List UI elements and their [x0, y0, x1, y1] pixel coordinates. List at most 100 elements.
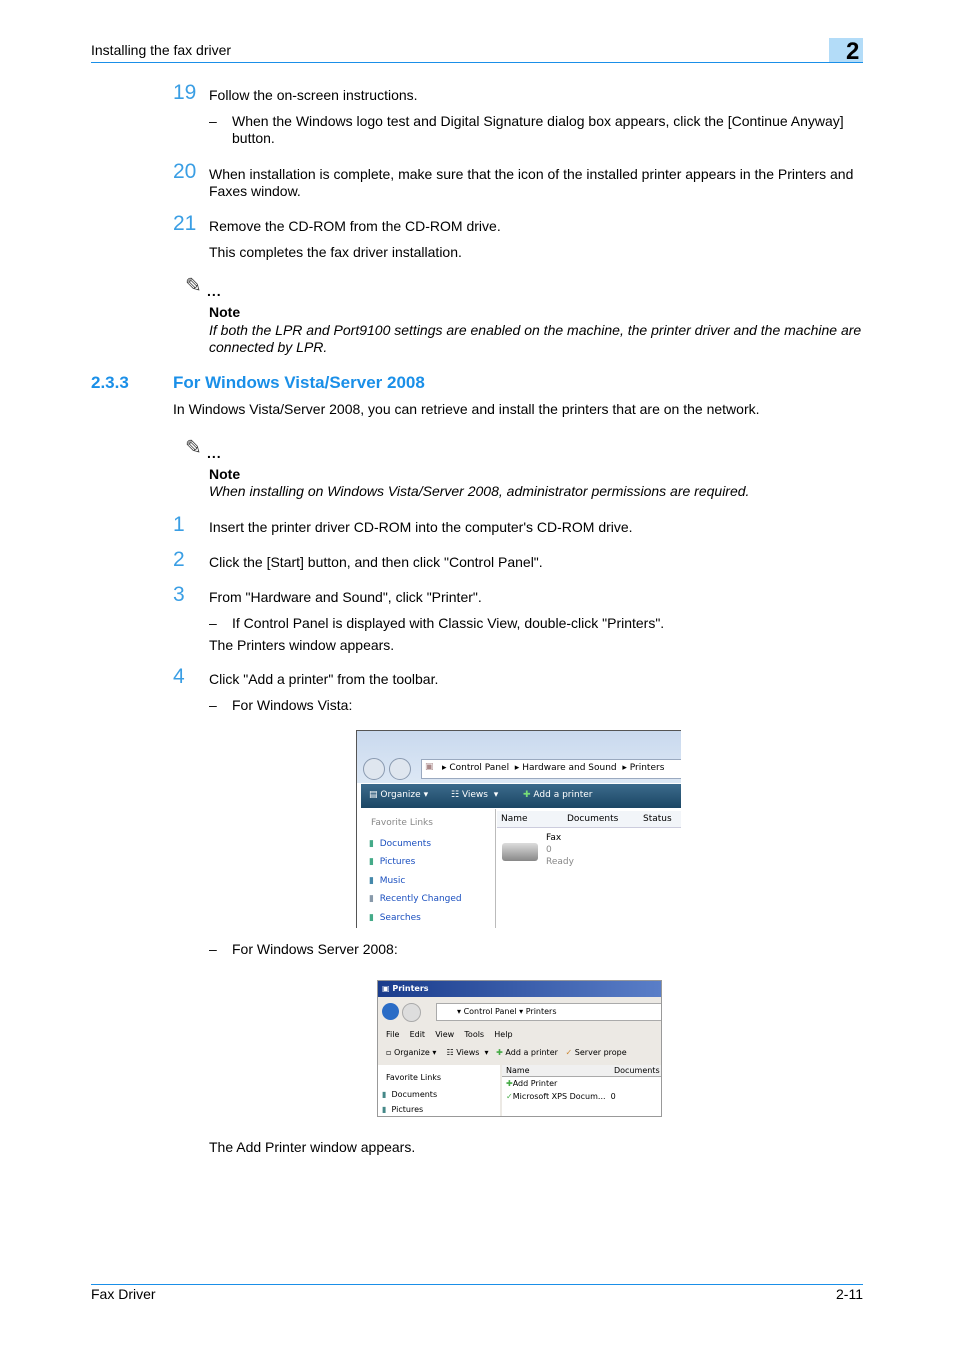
note-dots: ...: [207, 445, 222, 461]
column-name[interactable]: Name: [506, 1066, 530, 1075]
toolbar: ▫ Organize ▾ ☷ Views ▾ ✚ Add a printer ✓…: [386, 1048, 627, 1057]
link-pictures[interactable]: ▮ Pictures: [369, 857, 415, 867]
note-title: Note: [209, 466, 241, 482]
back-button[interactable]: [382, 1003, 399, 1020]
step-number: 2: [173, 548, 185, 571]
server-printers-screenshot: ▣ Printers ▾ Control Panel ▾ Printers Fi…: [377, 980, 662, 1117]
column-status[interactable]: Status: [643, 814, 672, 824]
link-recently-changed[interactable]: ▮ Recently Changed: [369, 894, 462, 904]
menu-view[interactable]: View: [435, 1030, 454, 1039]
step-text: Click "Add a printer" from the toolbar.: [209, 671, 439, 687]
title-bar: ▣ Printers: [378, 981, 661, 997]
page-number: 2-11: [836, 1286, 863, 1302]
views-button[interactable]: ☷ Views ▾: [451, 790, 498, 800]
menu-edit[interactable]: Edit: [410, 1030, 426, 1039]
step-number: 19: [173, 81, 197, 104]
fax-printer-item[interactable]: Fax 0 Ready: [502, 831, 622, 871]
crumb[interactable]: Hardware and Sound: [522, 763, 616, 773]
step-subtext: If Control Panel is displayed with Class…: [232, 615, 665, 631]
views-button[interactable]: ☷ Views ▾: [447, 1048, 489, 1057]
control-panel-icon: ▣: [425, 762, 434, 772]
crumb: Control Panel: [463, 1007, 517, 1016]
address-bar[interactable]: ▾ Control Panel ▾ Printers: [436, 1003, 661, 1021]
step-after: This completes the fax driver installati…: [209, 244, 462, 260]
step-subtext: For Windows Vista:: [232, 697, 353, 713]
menu-help[interactable]: Help: [494, 1030, 512, 1039]
menu-file[interactable]: File: [386, 1030, 399, 1039]
add-printer-button[interactable]: ✚ Add a printer: [523, 790, 592, 800]
favorite-links-title: Favorite Links: [386, 1073, 442, 1082]
dash: –: [209, 697, 217, 713]
link-music[interactable]: ▮ Music: [369, 876, 405, 886]
item-documents: 0: [546, 845, 552, 855]
crumb: Printers: [525, 1007, 557, 1016]
dash: –: [209, 113, 217, 129]
dash: –: [209, 941, 217, 957]
step-number: 20: [173, 160, 197, 183]
dash: –: [209, 615, 217, 631]
step-number: 1: [173, 513, 185, 536]
step-text: From "Hardware and Sound", click "Printe…: [209, 589, 482, 605]
step-number: 4: [173, 665, 185, 688]
forward-button[interactable]: [402, 1003, 421, 1022]
step-text: Insert the printer driver CD-ROM into th…: [209, 519, 633, 535]
pencil-note-icon: ✎: [185, 437, 202, 459]
item-name: Fax: [546, 833, 562, 843]
printer-list: Name Documents ✚Add Printer ✓Microsoft X…: [502, 1065, 661, 1116]
navigation-pane: Favorite Links ▮ Documents ▮ Pictures ▮ …: [361, 809, 496, 928]
link-searches[interactable]: ▮ Searches: [369, 913, 421, 923]
step-number: 21: [173, 212, 197, 235]
step-subtext: When the Windows logo test and Digital S…: [232, 113, 844, 146]
back-button[interactable]: [363, 758, 385, 780]
add-printer-icon: ✚: [523, 790, 531, 800]
organize-button[interactable]: ▫ Organize ▾: [386, 1048, 436, 1057]
link-pictures[interactable]: ▮ Pictures: [382, 1105, 423, 1114]
step-text: When installation is complete, make sure…: [209, 166, 854, 199]
section-number: 2.3.3: [91, 373, 129, 392]
organize-button[interactable]: ▤ Organize ▾: [369, 790, 428, 800]
running-header: Installing the fax driver: [91, 42, 232, 58]
item-status: Ready: [546, 857, 574, 867]
pencil-note-icon: ✎: [185, 275, 202, 297]
note-dots: ...: [207, 283, 222, 299]
step-text: Follow the on-screen instructions.: [209, 87, 418, 103]
window-title: Printers: [392, 984, 429, 993]
toolbar: ▤ Organize ▾ ☷ Views ▾ ✚ Add a printer: [361, 784, 681, 808]
step-text: Click the [Start] button, and then click…: [209, 554, 543, 570]
forward-button[interactable]: [389, 758, 411, 780]
column-name[interactable]: Name: [501, 814, 528, 824]
note-title: Note: [209, 304, 241, 320]
step-after: The Add Printer window appears.: [209, 1139, 416, 1155]
step-subtext: For Windows Server 2008:: [232, 941, 398, 957]
menu-bar: File Edit View Tools Help: [386, 1030, 513, 1039]
xps-printer-item[interactable]: ✓Microsoft XPS Docum... 0: [506, 1092, 616, 1101]
add-printer-icon: ✚: [496, 1048, 503, 1057]
page: Installing the fax driver 2 19 Follow th…: [0, 0, 954, 1350]
menu-tools[interactable]: Tools: [464, 1030, 484, 1039]
step-text: Remove the CD-ROM from the CD-ROM drive.: [209, 218, 501, 234]
footer-title: Fax Driver: [91, 1286, 156, 1302]
link-documents[interactable]: ▮ Documents: [382, 1090, 437, 1099]
note-text: If both the LPR and Port9100 settings ar…: [209, 322, 862, 355]
link-documents[interactable]: ▮ Documents: [369, 839, 431, 849]
navigation-pane: Favorite Links ▮ Documents ▮ Pictures: [378, 1065, 500, 1116]
crumb[interactable]: Control Panel: [449, 763, 509, 773]
note-text: When installing on Windows Vista/Server …: [209, 483, 750, 499]
column-documents[interactable]: Documents: [614, 1066, 660, 1075]
section-title: For Windows Vista/Server 2008: [173, 373, 425, 392]
step-after: The Printers window appears.: [209, 637, 395, 653]
fax-icon: [502, 843, 538, 861]
add-printer-item[interactable]: ✚Add Printer: [506, 1079, 557, 1088]
add-printer-button[interactable]: ✚ Add a printer: [496, 1048, 558, 1057]
vista-printers-screenshot: ▣ ▸ Control Panel ▸ Hardware and Sound ▸…: [356, 730, 681, 928]
server-properties-button[interactable]: ✓ Server prope: [566, 1048, 627, 1057]
footer-rule: [91, 1284, 863, 1285]
crumb[interactable]: Printers: [630, 763, 665, 773]
header-rule: [91, 62, 863, 63]
step-number: 3: [173, 583, 185, 606]
address-bar[interactable]: ▣ ▸ Control Panel ▸ Hardware and Sound ▸…: [421, 759, 681, 779]
column-headers: Name Documents Status: [497, 811, 681, 828]
section-intro: In Windows Vista/Server 2008, you can re…: [173, 401, 760, 417]
column-documents[interactable]: Documents: [567, 814, 618, 824]
favorite-links-title: Favorite Links: [371, 818, 433, 828]
